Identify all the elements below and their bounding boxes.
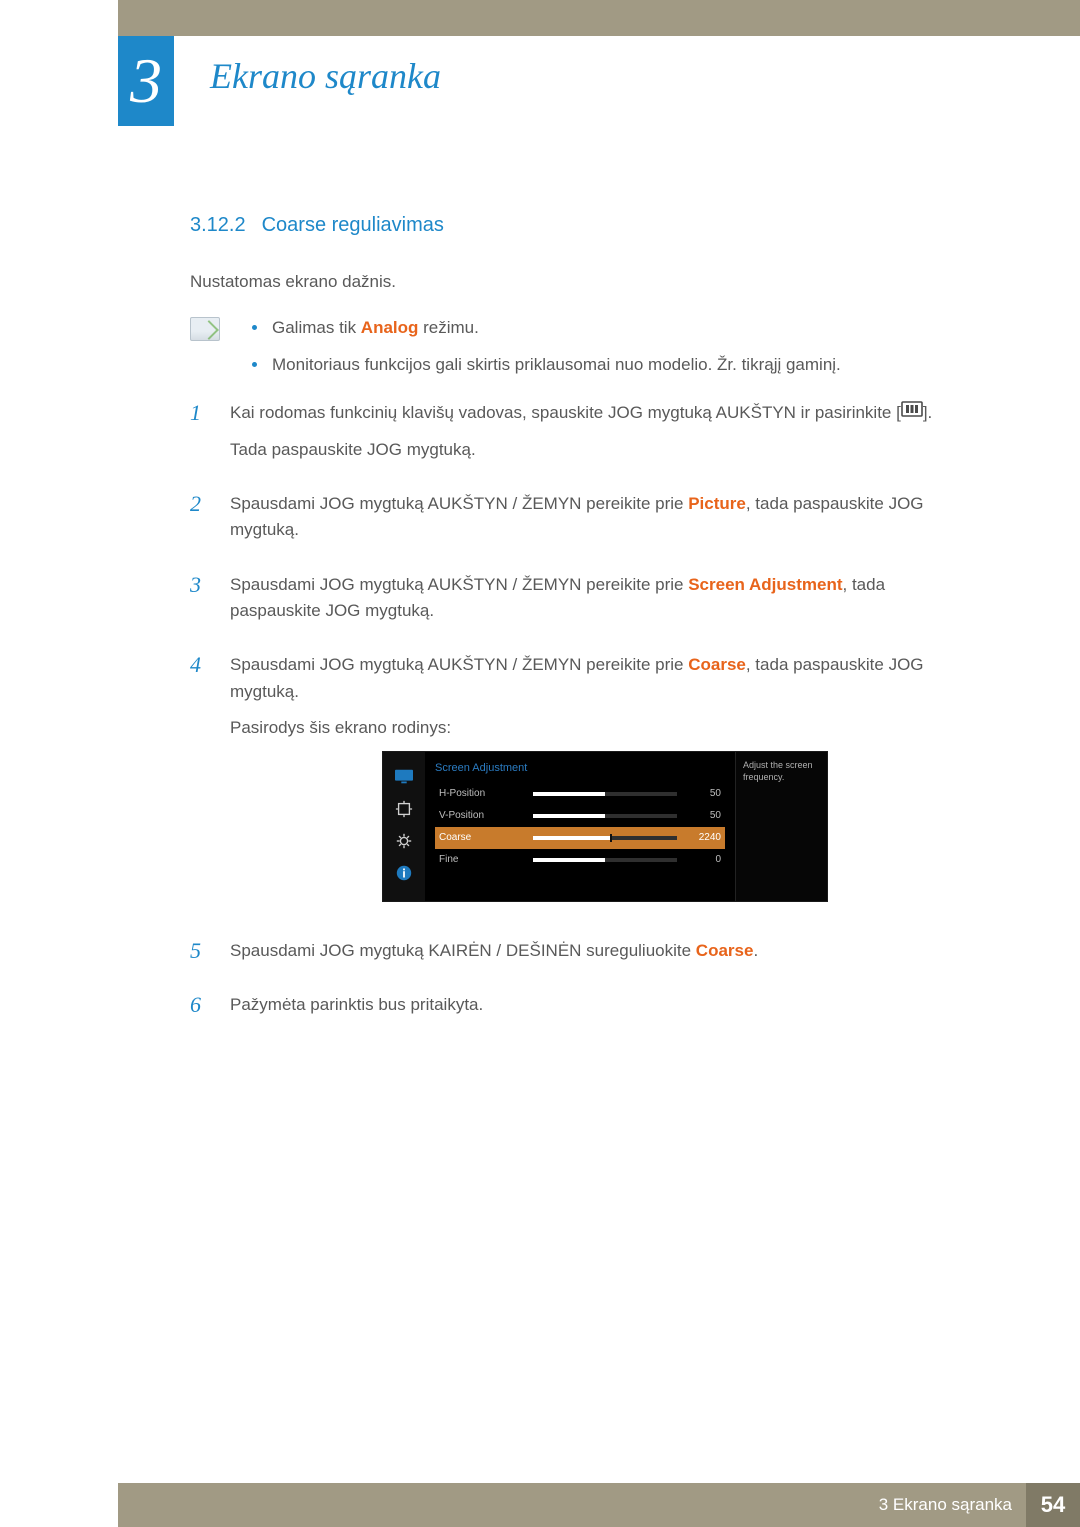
section-number: 3.12.2 [190,214,246,236]
osd-value: 2240 [685,830,721,846]
step-5: 5 Spausdami JOG mygtuką KAIRĖN / DEŠINĖN… [190,938,980,974]
osd-value: 0 [685,852,721,868]
section-title: Coarse reguliavimas [262,214,444,236]
monitor-icon [393,768,415,786]
step-4: 4 Spausdami JOG mygtuką AUKŠTYN / ŽEMYN … [190,652,980,919]
gear-icon [393,832,415,850]
keyword-coarse: Coarse [688,655,746,674]
note-icon [190,317,220,341]
osd-title: Screen Adjustment [435,760,725,777]
step-list: 1 Kai rodomas funkcinių klavišų vadovas,… [190,400,980,1028]
osd-slider [533,836,677,840]
resize-icon [393,800,415,818]
step-6: 6 Pažymėta parinktis bus pritaikyta. [190,992,980,1028]
osd-label: Fine [439,852,525,868]
step-number: 5 [190,938,230,974]
osd-sidebar [383,752,425,900]
info-icon [393,864,415,882]
keyword-picture: Picture [688,494,746,513]
chapter-badge: 3 [118,36,174,126]
osd-main: Screen Adjustment H-Position 50 V-Positi… [425,752,735,900]
osd-slider [533,814,677,818]
osd-row-hposition: H-Position 50 [435,783,725,805]
page-content: 3.12.2 Coarse reguliavimas Nustatomas ekr… [190,210,980,1046]
step-number: 4 [190,652,230,919]
step-number: 6 [190,992,230,1028]
osd-label: V-Position [439,808,525,824]
osd-tooltip: Adjust the screen frequency. [735,752,827,900]
osd-panel: Screen Adjustment H-Position 50 V-Positi… [382,751,828,901]
chapter-number: 3 [130,49,162,113]
chapter-title: Ekrano sąranka [210,55,441,97]
note-list: Galimas tik Analog režimu. Monitoriaus f… [252,315,980,378]
keyword-analog: Analog [361,318,419,337]
section-heading: 3.12.2 Coarse reguliavimas [190,210,980,241]
osd-label: H-Position [439,786,525,802]
keyword-coarse: Coarse [696,941,754,960]
note-item: Galimas tik Analog režimu. [252,315,980,341]
step-number: 3 [190,572,230,635]
osd-row-fine: Fine 0 [435,849,725,871]
header-bar [0,0,1080,36]
osd-row-coarse: Coarse 2240 [435,827,725,849]
step-2: 2 Spausdami JOG mygtuką AUKŠTYN / ŽEMYN … [190,491,980,554]
header-bar-cut [0,0,118,36]
step-3: 3 Spausdami JOG mygtuką AUKŠTYN / ŽEMYN … [190,572,980,635]
keyword-screen-adjustment: Screen Adjustment [688,575,842,594]
osd-slider [533,858,677,862]
footer-page: 54 [1026,1483,1080,1527]
osd-label: Coarse [439,830,525,846]
footer-label: 3 Ekrano sąranka [879,1495,1026,1515]
intro-text: Nustatomas ekrano dažnis. [190,269,980,295]
note-item: Monitoriaus funkcijos gali skirtis prikl… [252,352,980,378]
osd-slider [533,792,677,796]
osd-value: 50 [685,786,721,802]
note-block: Galimas tik Analog režimu. Monitoriaus f… [190,315,980,378]
osd-value: 50 [685,808,721,824]
step-number: 2 [190,491,230,554]
menu-icon [901,399,923,425]
footer-bar: 3 Ekrano sąranka 54 [0,1483,1080,1527]
step-number: 1 [190,400,230,473]
footer-bar-cut [0,1483,118,1527]
osd-row-vposition: V-Position 50 [435,805,725,827]
step-1: 1 Kai rodomas funkcinių klavišų vadovas,… [190,400,980,473]
